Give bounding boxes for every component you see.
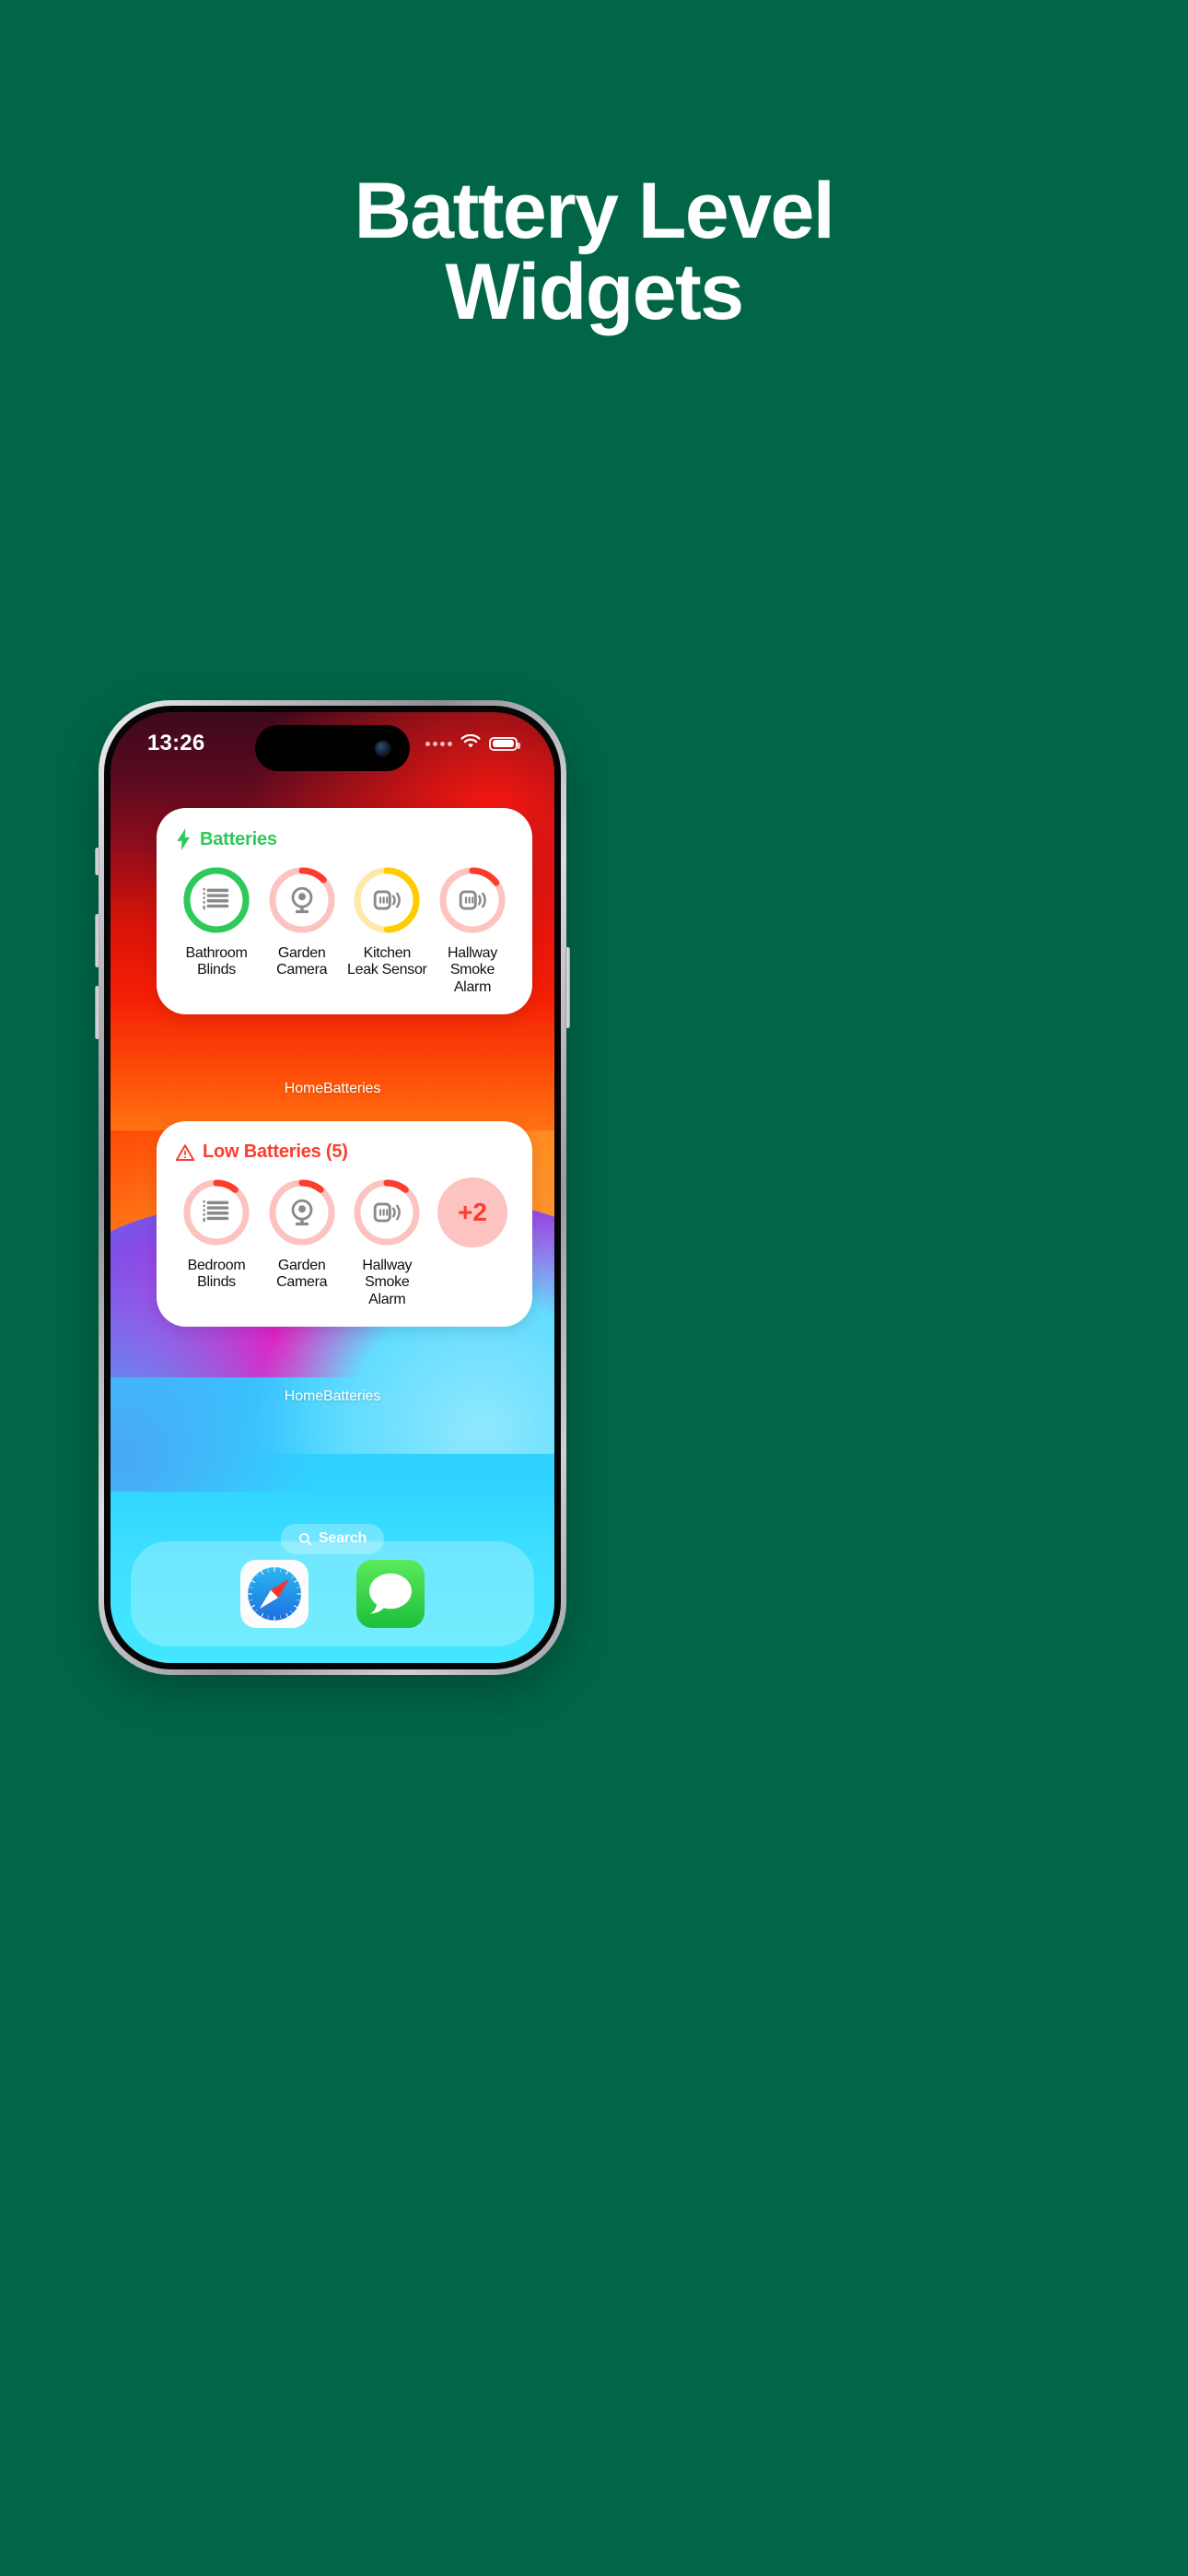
signal-dots-icon <box>425 741 452 746</box>
low-battery-tile-garden-camera[interactable]: Garden Camera <box>261 1177 344 1308</box>
phone-mockup: 13:26 Batteries Bathroom Blinds Garden C… <box>95 700 570 1675</box>
front-camera-icon <box>376 741 390 755</box>
low-battery-overflow[interactable]: +2 <box>431 1177 514 1308</box>
label-line-2: Leak Sensor <box>347 962 427 978</box>
headline-line-2: Widgets <box>445 247 744 336</box>
label-line-1: Hallway <box>448 945 497 961</box>
battery-tile-label: Garden Camera <box>276 945 327 979</box>
label-line-1: Garden <box>277 1258 326 1273</box>
widget-low-batteries-header: Low Batteries (5) <box>175 1142 514 1163</box>
label-line-2: Camera <box>276 1274 328 1291</box>
blinds-icon <box>181 865 251 935</box>
widget-low-batteries-title: Low Batteries (5) <box>203 1142 348 1162</box>
dynamic-island <box>255 725 410 771</box>
poster-root: Battery Level Widgets 13:26 Batteries Ba… <box>0 0 1188 2576</box>
volume-down-button[interactable] <box>95 986 99 1039</box>
battery-tile-label: Hallway Smoke Alarm <box>345 1258 428 1308</box>
battery-tile-label: Garden Camera <box>276 1258 327 1292</box>
battery-tile-hallway-smoke-alarm[interactable]: Hallway Smoke Alarm <box>431 865 514 996</box>
widget-low-batteries[interactable]: Low Batteries (5) Bedroom Blinds Garden … <box>157 1121 532 1328</box>
battery-ring <box>352 1177 422 1247</box>
battery-ring <box>267 1177 337 1247</box>
widget-batteries-app-name: HomeBatteries <box>284 1081 381 1096</box>
phone-screen: 13:26 Batteries Bathroom Blinds Garden C… <box>111 712 554 1663</box>
label-line-2: Smoke Alarm <box>449 962 495 995</box>
label-line-2: Smoke Alarm <box>365 1274 410 1307</box>
page-title: Battery Level Widgets <box>0 170 1188 336</box>
battery-tile-label: Bedroom Blinds <box>188 1258 246 1292</box>
dock <box>131 1541 534 1646</box>
widget-batteries[interactable]: Batteries Bathroom Blinds Garden Camera … <box>157 808 532 1015</box>
phone-bezel: 13:26 Batteries Bathroom Blinds Garden C… <box>104 706 561 1669</box>
battery-tile-label: Hallway Smoke Alarm <box>431 945 514 996</box>
overflow-count-badge: +2 <box>437 1177 507 1247</box>
camera-icon <box>267 865 337 935</box>
battery-ring <box>267 865 337 935</box>
smoke-alarm-icon <box>437 865 507 935</box>
low-battery-tile-hallway-smoke-alarm[interactable]: Hallway Smoke Alarm <box>345 1177 428 1308</box>
battery-ring <box>181 1177 251 1247</box>
widget-batteries-tiles: Bathroom Blinds Garden Camera Kitchen Le… <box>175 865 514 996</box>
label-line-2: Blinds <box>197 1274 236 1291</box>
status-bar-time: 13:26 <box>147 731 205 755</box>
label-line-1: Garden <box>277 945 326 961</box>
battery-tile-kitchen-leak-sensor[interactable]: Kitchen Leak Sensor <box>345 865 428 996</box>
low-battery-tile-bedroom-blinds[interactable]: Bedroom Blinds <box>175 1177 258 1308</box>
smoke-alarm-icon <box>352 1177 422 1247</box>
battery-ring <box>352 865 422 935</box>
bolt-icon <box>175 828 192 850</box>
messages-icon[interactable] <box>356 1560 425 1628</box>
battery-icon <box>489 736 520 751</box>
label-line-1: Hallway <box>362 1258 413 1273</box>
label-line-1: Bedroom <box>187 1258 246 1273</box>
volume-up-button[interactable] <box>95 914 99 967</box>
leak-sensor-icon <box>352 865 422 935</box>
widget-batteries-title: Batteries <box>200 828 277 849</box>
headline-line-1: Battery Level <box>354 167 835 255</box>
label-line-1: Bathroom <box>185 945 248 961</box>
battery-ring <box>437 865 507 935</box>
battery-ring <box>181 865 251 935</box>
camera-icon <box>267 1177 337 1247</box>
battery-tile-label: Bathroom Blinds <box>186 945 248 979</box>
label-line-1: Kitchen <box>363 945 412 961</box>
widget-batteries-header: Batteries <box>175 828 514 850</box>
wifi-icon <box>460 733 481 754</box>
widget-low-batteries-app-name: HomeBatteries <box>284 1388 381 1404</box>
warning-triangle-icon <box>175 1143 195 1162</box>
safari-icon[interactable] <box>240 1560 309 1628</box>
label-line-2: Camera <box>276 962 328 978</box>
battery-tile-label: Kitchen Leak Sensor <box>347 945 427 979</box>
power-button[interactable] <box>565 947 570 1028</box>
battery-tile-garden-camera[interactable]: Garden Camera <box>261 865 344 996</box>
battery-tile-bathroom-blinds[interactable]: Bathroom Blinds <box>175 865 258 996</box>
widget-low-batteries-tiles: Bedroom Blinds Garden Camera Hallway Smo… <box>175 1177 514 1308</box>
label-line-2: Blinds <box>197 962 236 978</box>
mute-switch[interactable] <box>95 848 99 875</box>
blinds-icon <box>181 1177 251 1247</box>
